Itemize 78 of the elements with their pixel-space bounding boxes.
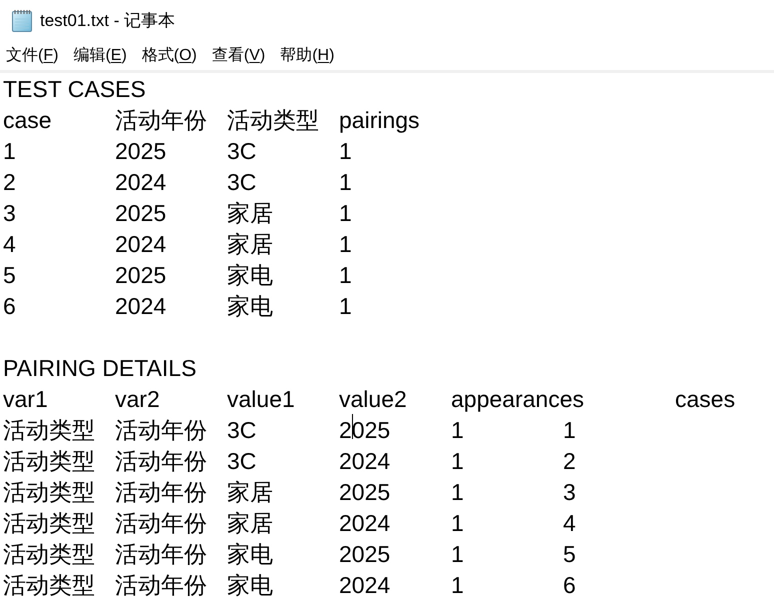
table-cell: 活动年份 [115, 448, 207, 474]
table-cell: 1 [451, 479, 464, 505]
table-cell: 1 [563, 417, 576, 443]
table-cell: 2025 [339, 479, 390, 505]
table-cell: 2024 [339, 572, 390, 598]
table-cell: 3C [227, 169, 256, 195]
table-cell: 活动类型 [3, 448, 95, 474]
column-header: var2 [115, 386, 160, 412]
table-cell: 1 [451, 572, 464, 598]
table-cell: 6 [563, 572, 576, 598]
table-cell: 4 [563, 510, 576, 536]
column-header: value1 [227, 386, 295, 412]
table-cell: 2 [563, 448, 576, 474]
table-cell: 1 [339, 293, 352, 319]
table-cell: 2 [3, 169, 16, 195]
column-header: 活动年份 [115, 107, 207, 133]
column-header: case [3, 107, 52, 133]
menu-item[interactable]: 查看(V) [206, 42, 272, 68]
column-header: 活动类型 [227, 107, 319, 133]
column-header: pairings [339, 107, 420, 133]
table-cell: 2025 [115, 138, 166, 164]
table-cell: 3 [3, 200, 16, 226]
table-cell: 活动类型 [3, 510, 95, 536]
table-cell: 活动类型 [3, 572, 95, 598]
table-cell: 1 [339, 231, 352, 257]
window-title: test01.txt - 记事本 [40, 10, 176, 32]
table-cell: 活动年份 [115, 572, 207, 598]
table-cell: 1 [451, 541, 464, 567]
table-cell: 3 [563, 479, 576, 505]
table-cell: 2024 [339, 448, 390, 474]
table-cell: 活动类型 [3, 417, 95, 443]
table-cell: 3C [227, 138, 256, 164]
table-cell: 家电 [227, 262, 273, 288]
table-cell: 1 [339, 262, 352, 288]
table-cell: 活动类型 [3, 479, 95, 505]
table-cell: 1 [339, 200, 352, 226]
menu-item[interactable]: 帮助(H) [274, 42, 342, 68]
table-cell: 2024 [339, 510, 390, 536]
table-cell: 家居 [227, 200, 273, 226]
table-cell: 1 [451, 448, 464, 474]
table-cell: 2024 [115, 293, 166, 319]
menu-item[interactable]: 编辑(E) [67, 42, 134, 68]
table-cell: 1 [451, 510, 464, 536]
table-cell: 家居 [227, 479, 273, 505]
table-cell: 家居 [227, 231, 273, 257]
column-header: appearances [451, 386, 584, 412]
table-cell: 活动类型 [3, 541, 95, 567]
notepad-icon [12, 8, 32, 32]
menu-item[interactable]: 格式(O) [136, 42, 204, 68]
table-cell: 5 [563, 541, 576, 567]
table-cell: 2025 [115, 200, 166, 226]
table-cell: 2025 [339, 541, 390, 567]
table-cell: 3C [227, 448, 256, 474]
table-cell: 1 [339, 169, 352, 195]
table-cell: 2024 [115, 169, 166, 195]
section-heading: PAIRING DETAILS [3, 355, 196, 381]
table-cell: 活动年份 [115, 479, 207, 505]
table-cell: 家居 [227, 510, 273, 536]
table-cell: 4 [3, 231, 16, 257]
column-header: value2 [339, 386, 407, 412]
table-cell: 活动年份 [115, 417, 207, 443]
table-cell: 1 [3, 138, 16, 164]
table-cell: 3C [227, 417, 256, 443]
table-cell: 5 [3, 262, 16, 288]
table-cell: 活动年份 [115, 510, 207, 536]
table-cell: 家电 [227, 541, 273, 567]
column-header: var1 [3, 386, 48, 412]
table-cell: 家电 [227, 293, 273, 319]
table-cell: 活动年份 [115, 541, 207, 567]
table-cell: 家电 [227, 572, 273, 598]
column-header: cases [675, 386, 736, 412]
table-cell: 2024 [115, 231, 166, 257]
table-cell: 6 [3, 293, 16, 319]
table-cell: 1 [339, 138, 352, 164]
section-heading: TEST CASES [3, 76, 146, 102]
table-cell: 2025 [115, 262, 166, 288]
menu-item[interactable]: 文件(F) [0, 42, 66, 68]
table-cell: 1 [451, 417, 464, 443]
